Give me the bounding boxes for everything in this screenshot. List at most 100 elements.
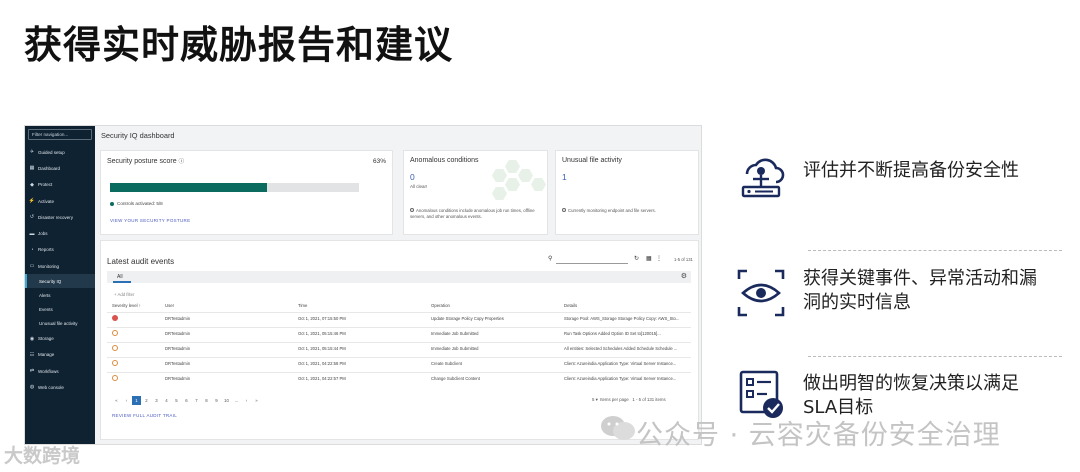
- search-icon[interactable]: ⚲: [548, 255, 552, 262]
- sidebar-item[interactable]: Unusual file activity: [25, 316, 95, 330]
- pagination: «‹ 1 2 3 4 5 6 7 8 9 10... ›»: [112, 396, 261, 405]
- page-button[interactable]: 9: [212, 396, 221, 405]
- page-button[interactable]: 1: [132, 396, 141, 405]
- briefcase-icon: ▬: [29, 230, 35, 237]
- column-header[interactable]: Operation: [431, 303, 450, 308]
- tab-indicator: [113, 281, 131, 283]
- watermark-text: 公众号 · 云容灾备份安全治理: [636, 420, 1001, 451]
- anomalous-count[interactable]: 0: [410, 172, 415, 182]
- globe-icon: ◍: [29, 384, 35, 391]
- sidebar-item[interactable]: ☷ Manage: [25, 347, 95, 363]
- row-divider: [107, 312, 691, 313]
- page-button[interactable]: »: [252, 396, 261, 405]
- column-header[interactable]: Severity level ↑: [112, 303, 141, 308]
- page-button[interactable]: 3: [152, 396, 161, 405]
- sidebar-item[interactable]: Alerts: [25, 288, 95, 302]
- sidebar-item[interactable]: ▬ Jobs: [25, 225, 95, 241]
- unusual-count[interactable]: 1: [562, 172, 567, 182]
- sidebar-item[interactable]: ◆ Protect: [25, 177, 95, 193]
- columns-icon[interactable]: ▦: [646, 255, 652, 262]
- table-cell-user: DRTestadmin: [165, 331, 191, 336]
- page-button[interactable]: 5: [172, 396, 181, 405]
- view-security-posture-link[interactable]: VIEW YOUR SECURITY POSTURE: [110, 218, 190, 223]
- table-cell-time: Oct 1, 2021, 04:22:57 PM: [298, 376, 346, 381]
- unusual-file-activity-card: Unusual file activity 1 Currently monito…: [555, 150, 699, 235]
- status-dot-icon: [110, 201, 114, 206]
- table-cell-time: Oct 1, 2021, 05:15:44 PM: [298, 346, 346, 351]
- table-cell-operation: Create Subclient: [431, 361, 462, 366]
- review-audit-trail-link[interactable]: REVIEW FULL AUDIT TRAIL: [112, 413, 177, 418]
- dashboard-screenshot: Filter navigation... ✈ Guided setup ▦ Dashb…: [24, 125, 702, 445]
- page-button[interactable]: 2: [142, 396, 151, 405]
- info-icon: [410, 208, 414, 212]
- per-page-control[interactable]: 5 ▾ Items per page 1 - 5 of 131 items: [592, 397, 666, 403]
- table-cell-operation: Update Storage Policy Copy Properties: [431, 316, 504, 321]
- row-divider: [107, 357, 691, 358]
- slide-title: 获得实时威胁报告和建议: [24, 23, 454, 67]
- table-cell-user: DRTestadmin: [165, 376, 191, 381]
- hex-decoration: [505, 160, 520, 173]
- table-cell-time: Oct 1, 2021, 07:15:50 PM: [298, 316, 346, 321]
- sidebar-item[interactable]: Events: [25, 302, 95, 316]
- sidebar-item[interactable]: ✈ Guided setup: [25, 144, 95, 160]
- page-button[interactable]: 8: [202, 396, 211, 405]
- sidebar-item[interactable]: ⇄ Workflows: [25, 363, 95, 379]
- page-button[interactable]: 4: [162, 396, 171, 405]
- page-button[interactable]: 7: [192, 396, 201, 405]
- refresh-icon[interactable]: ↻: [634, 255, 639, 262]
- sidebar-item-label: Activate: [38, 198, 55, 204]
- sidebar-item[interactable]: ◔ Reports: [25, 242, 95, 258]
- warning-severity-icon: [112, 330, 118, 336]
- tab-all[interactable]: All: [117, 274, 123, 280]
- hex-decoration: [505, 178, 520, 191]
- column-header[interactable]: User: [165, 303, 174, 308]
- hex-decoration: [531, 178, 546, 191]
- add-filter-link[interactable]: + Add filter: [114, 292, 134, 297]
- monitor-icon: ▭: [29, 263, 35, 270]
- hex-decoration: [492, 169, 507, 182]
- cloud-server-icon: [741, 158, 785, 198]
- more-icon[interactable]: ⋮: [656, 255, 662, 262]
- settings-gear-icon[interactable]: ⚙: [681, 272, 687, 280]
- feature-text: 评估并不断提高备份安全性: [803, 160, 1019, 181]
- table-cell-user: DRTestadmin: [165, 361, 191, 366]
- sidebar-item-label: Protect: [38, 182, 53, 188]
- sidebar-item[interactable]: ↺ Disaster recovery: [25, 209, 95, 225]
- warning-severity-icon: [112, 375, 118, 381]
- column-header[interactable]: Details: [564, 303, 577, 308]
- main-content: Security IQ dashboard Security posture s…: [95, 126, 701, 444]
- sidebar-item-label: Storage: [38, 336, 54, 342]
- storage-icon: ◉: [29, 335, 35, 342]
- sidebar-item-label: Reports: [38, 247, 54, 253]
- sidebar-item-label: Unusual file activity: [39, 320, 78, 326]
- sidebar-item[interactable]: Security IQ: [25, 274, 95, 289]
- sidebar-item[interactable]: ◍ Web console: [25, 379, 95, 395]
- sidebar-item[interactable]: ⚡ Activate: [25, 193, 95, 209]
- wechat-icon: [601, 416, 635, 440]
- rocket-icon: ✈: [29, 149, 35, 156]
- sidebar-item-label: Jobs: [38, 231, 48, 237]
- row-divider: [107, 327, 691, 328]
- unusual-note: Currently monitoring endpoint and file s…: [562, 208, 656, 214]
- table-cell-details: Client: Azureindia Application Type: Vir…: [564, 361, 677, 366]
- table-cell-operation: Change Subclient Content: [431, 376, 480, 381]
- page-button[interactable]: ›: [242, 396, 251, 405]
- table-cell-operation: Immediate Job Submitted: [431, 331, 479, 336]
- dashboard-icon: ▦: [29, 165, 35, 172]
- info-icon[interactable]: ⓘ: [179, 159, 185, 165]
- page-button[interactable]: 10: [222, 396, 231, 405]
- search-input[interactable]: [556, 263, 628, 264]
- filter-navigation-input[interactable]: Filter navigation...: [28, 129, 92, 140]
- page-button[interactable]: 6: [182, 396, 191, 405]
- page-button[interactable]: «: [112, 396, 121, 405]
- sidebar-item[interactable]: ▭ Monitoring: [25, 258, 95, 274]
- brand-watermark: 大数跨境: [4, 445, 81, 467]
- unusual-title: Unusual file activity: [562, 157, 622, 164]
- page-button[interactable]: ‹: [122, 396, 131, 405]
- page-button[interactable]: ...: [232, 396, 241, 405]
- column-header[interactable]: Time: [298, 303, 307, 308]
- audit-title: Latest audit events: [107, 257, 175, 266]
- row-divider: [107, 372, 691, 373]
- sidebar-item[interactable]: ▦ Dashboard: [25, 160, 95, 176]
- sidebar-item[interactable]: ◉ Storage: [25, 330, 95, 346]
